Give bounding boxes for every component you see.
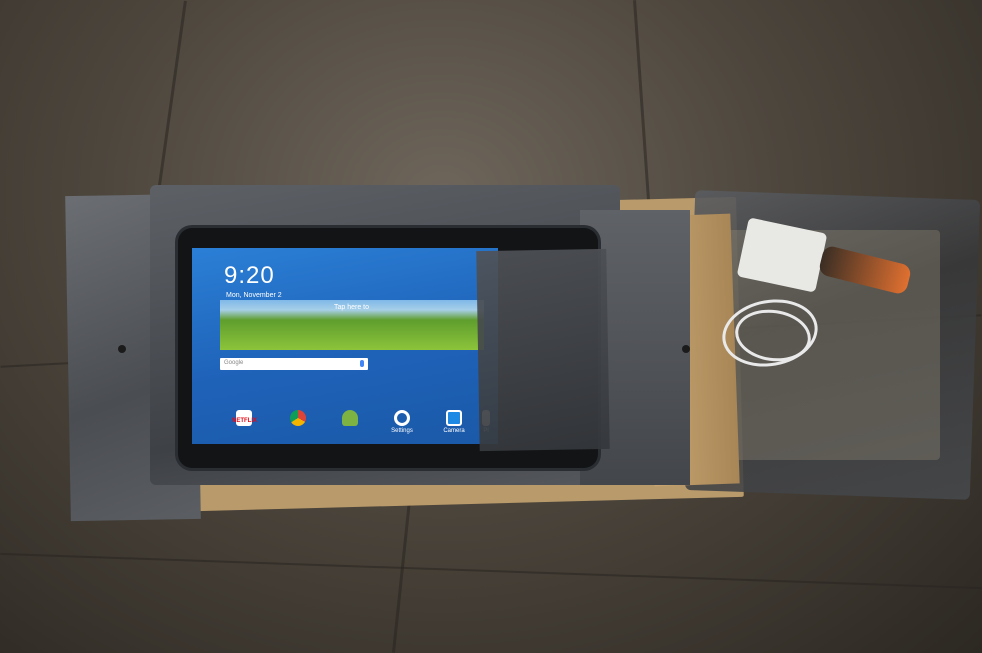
app-settings[interactable]: Settings <box>382 410 422 434</box>
floor-crack <box>633 0 650 200</box>
app-label: Camera <box>443 428 465 434</box>
floor-crack <box>156 0 187 200</box>
floor-crack <box>392 500 411 653</box>
app-android[interactable] <box>330 410 370 428</box>
lock-date: Mon, November 2 <box>226 292 282 299</box>
app-chrome[interactable] <box>278 410 318 428</box>
app-dock: NETFLIX Settings Camera Pl <box>192 406 498 444</box>
chrome-icon <box>290 410 306 426</box>
floor-crack <box>0 552 982 590</box>
screw-hole <box>682 345 690 353</box>
app-label: Settings <box>391 428 413 434</box>
gear-icon <box>394 410 410 426</box>
app-camera[interactable]: Camera <box>434 410 474 434</box>
app-netflix[interactable]: NETFLIX <box>224 410 264 428</box>
photo-scene: 9:20 Mon, November 2 Tap here to Google … <box>0 0 982 653</box>
app-label: NETFLIX <box>232 418 257 424</box>
android-icon <box>342 410 358 426</box>
search-placeholder: Google <box>224 360 244 366</box>
duct-tape-over-screen <box>476 248 610 452</box>
google-search-bar[interactable]: Google <box>220 358 368 370</box>
tablet-screen[interactable]: 9:20 Mon, November 2 Tap here to Google … <box>192 248 498 444</box>
mic-icon[interactable] <box>360 360 364 367</box>
screw-hole <box>118 345 126 353</box>
lock-clock: 9:20 <box>224 262 275 289</box>
camera-icon <box>446 410 462 426</box>
tap-hint[interactable]: Tap here to <box>334 304 369 311</box>
